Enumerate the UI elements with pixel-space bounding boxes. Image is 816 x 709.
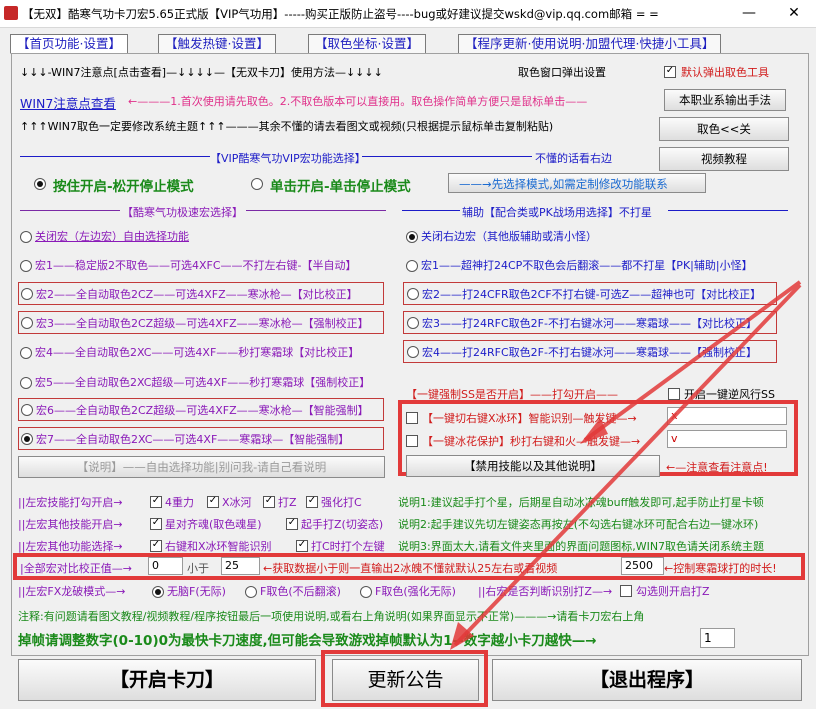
arrow-head: [580, 418, 608, 444]
arrow-line: [453, 283, 802, 647]
arrow-line: [583, 280, 802, 442]
annotation-arrows: [450, 280, 802, 650]
